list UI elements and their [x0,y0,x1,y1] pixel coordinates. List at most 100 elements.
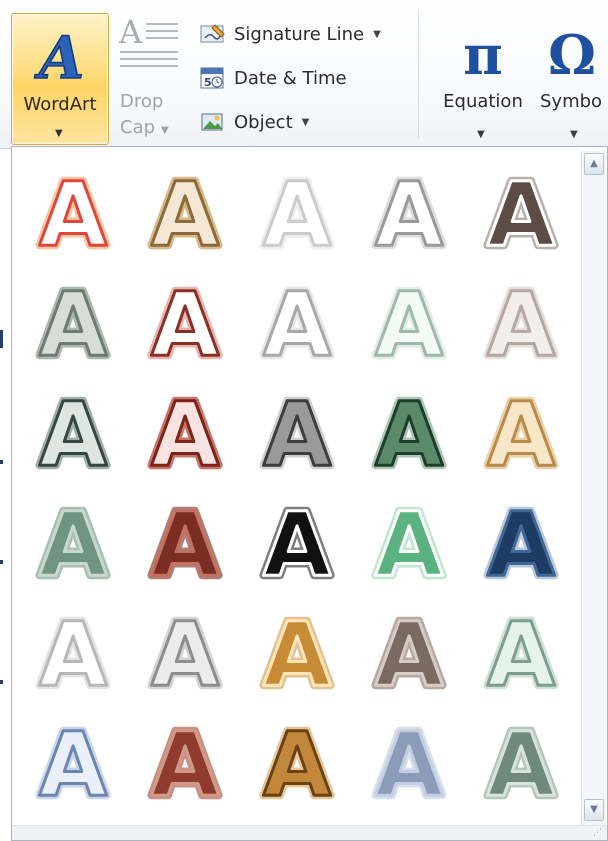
page-edge-mark [0,680,3,684]
wordart-style-20[interactable]: AA [465,485,577,600]
svg-text:A: A [39,713,107,816]
wordart-style-preview-icon: AA [259,599,335,710]
equation-button[interactable]: π Equation ▼ [430,13,536,145]
scroll-down-arrow-icon[interactable]: ▼ [584,799,604,821]
wordart-style-15[interactable]: AA [465,375,577,490]
wordart-style-preview-icon: AA [35,269,111,380]
wordart-style-4[interactable]: AA [353,155,465,270]
wordart-style-preview-icon: AA [371,599,447,710]
svg-text:A: A [487,713,555,816]
drop-cap-button[interactable]: A Drop Cap ▼ [112,13,188,145]
wordart-style-19[interactable]: AA [353,485,465,600]
wordart-style-preview-icon: AA [259,159,335,270]
wordart-style-28[interactable]: AA [241,705,353,820]
object-label: Object [234,111,293,133]
wordart-style-preview-icon: AA [35,709,111,820]
wordart-dropdown-arrow-icon: ▼ [55,128,63,139]
wordart-style-5[interactable]: AA [465,155,577,270]
date-time-label: Date & Time [234,67,347,89]
wordart-style-preview-icon: AA [35,489,111,600]
scroll-up-arrow-icon[interactable]: ▲ [584,153,604,175]
insert-ribbon: A WordArt ▼ A Drop Cap ▼ Signature Line ▼ [0,0,608,149]
date-time-button[interactable]: 5 Date & Time [200,62,347,94]
wordart-style-preview-icon: AA [371,379,447,490]
object-icon [201,113,223,131]
wordart-style-23[interactable]: AA [241,595,353,710]
svg-text:A: A [151,603,219,706]
wordart-style-preview-icon: AA [483,159,559,270]
wordart-style-25[interactable]: AA [465,595,577,710]
wordart-style-preview-icon: AA [147,159,223,270]
svg-text:A: A [487,383,555,486]
wordart-style-preview-icon: AA [371,269,447,380]
object-button[interactable]: Object ▼ [200,106,309,138]
signature-line-button[interactable]: Signature Line ▼ [200,18,381,50]
page-edge-mark [0,460,3,464]
svg-text:A: A [118,13,143,51]
wordart-style-preview-icon: AA [147,489,223,600]
wordart-style-11[interactable]: AA [17,375,129,490]
wordart-style-8[interactable]: AA [241,265,353,380]
wordart-style-preview-icon: AA [483,709,559,820]
svg-text:A: A [39,493,107,596]
wordart-style-preview-icon: AA [147,709,223,820]
wordart-style-13[interactable]: AA [241,375,353,490]
wordart-style-preview-icon: AA [483,599,559,710]
signature-pen-icon [200,24,225,43]
wordart-style-preview-icon: AA [483,379,559,490]
ribbon-separator [418,10,419,138]
wordart-style-preview-icon: AA [35,159,111,270]
wordart-style-preview-icon: AA [371,159,447,270]
wordart-style-preview-icon: AA [259,379,335,490]
wordart-style-29[interactable]: AA [353,705,465,820]
gallery-scrollbar[interactable]: ▲ ▼ [581,151,606,827]
symbol-label: Symbo [540,91,603,112]
resize-grip-icon[interactable]: ⋰ [593,828,603,838]
wordart-label: WordArt [23,94,97,115]
wordart-style-14[interactable]: AA [353,375,465,490]
svg-text:A: A [263,383,331,486]
svg-text:A: A [487,273,555,376]
wordart-style-6[interactable]: AA [17,265,129,380]
svg-text:A: A [39,383,107,486]
wordart-button[interactable]: A WordArt ▼ [11,13,109,145]
wordart-style-16[interactable]: AA [17,485,129,600]
wordart-style-preview-icon: AA [259,269,335,380]
object-dropdown-icon: ▼ [301,116,310,128]
wordart-style-7[interactable]: AA [129,265,241,380]
wordart-gallery: AAAAAAAAAAAAAAAAAAAAAAAAAAAAAAAAAAAAAAAA… [11,146,608,841]
svg-text:A: A [151,493,219,596]
wordart-style-27[interactable]: AA [129,705,241,820]
signature-line-dropdown-icon: ▼ [373,28,381,40]
page-edge-mark [0,560,3,564]
svg-text:A: A [263,273,331,376]
wordart-style-preview-icon: AA [147,599,223,710]
svg-text:A: A [39,273,107,376]
wordart-style-22[interactable]: AA [129,595,241,710]
wordart-style-preview-icon: AA [483,489,559,600]
wordart-style-3[interactable]: AA [241,155,353,270]
svg-text:A: A [487,163,555,266]
wordart-style-26[interactable]: AA [17,705,129,820]
drop-cap-label-line2: Cap ▼ [120,117,169,138]
wordart-style-preview-icon: AA [147,269,223,380]
wordart-style-30[interactable]: AA [465,705,577,820]
wordart-style-10[interactable]: AA [465,265,577,380]
wordart-style-9[interactable]: AA [353,265,465,380]
wordart-style-17[interactable]: AA [129,485,241,600]
pi-icon: π [463,23,503,87]
wordart-a-icon: A [33,26,85,86]
wordart-style-2[interactable]: AA [129,155,241,270]
wordart-style-12[interactable]: AA [129,375,241,490]
wordart-style-24[interactable]: AA [353,595,465,710]
calendar-icon: 5 [200,67,224,89]
symbol-button[interactable]: Ω Symbo ▼ [536,13,608,145]
wordart-style-1[interactable]: AA [17,155,129,270]
svg-text:A: A [151,383,219,486]
svg-text:A: A [151,713,219,816]
wordart-style-21[interactable]: AA [17,595,129,710]
drop-cap-icon: A [118,13,178,67]
gallery-resize-bar: ⋰ [12,825,607,840]
svg-text:A: A [39,603,107,706]
wordart-style-18[interactable]: AA [241,485,353,600]
